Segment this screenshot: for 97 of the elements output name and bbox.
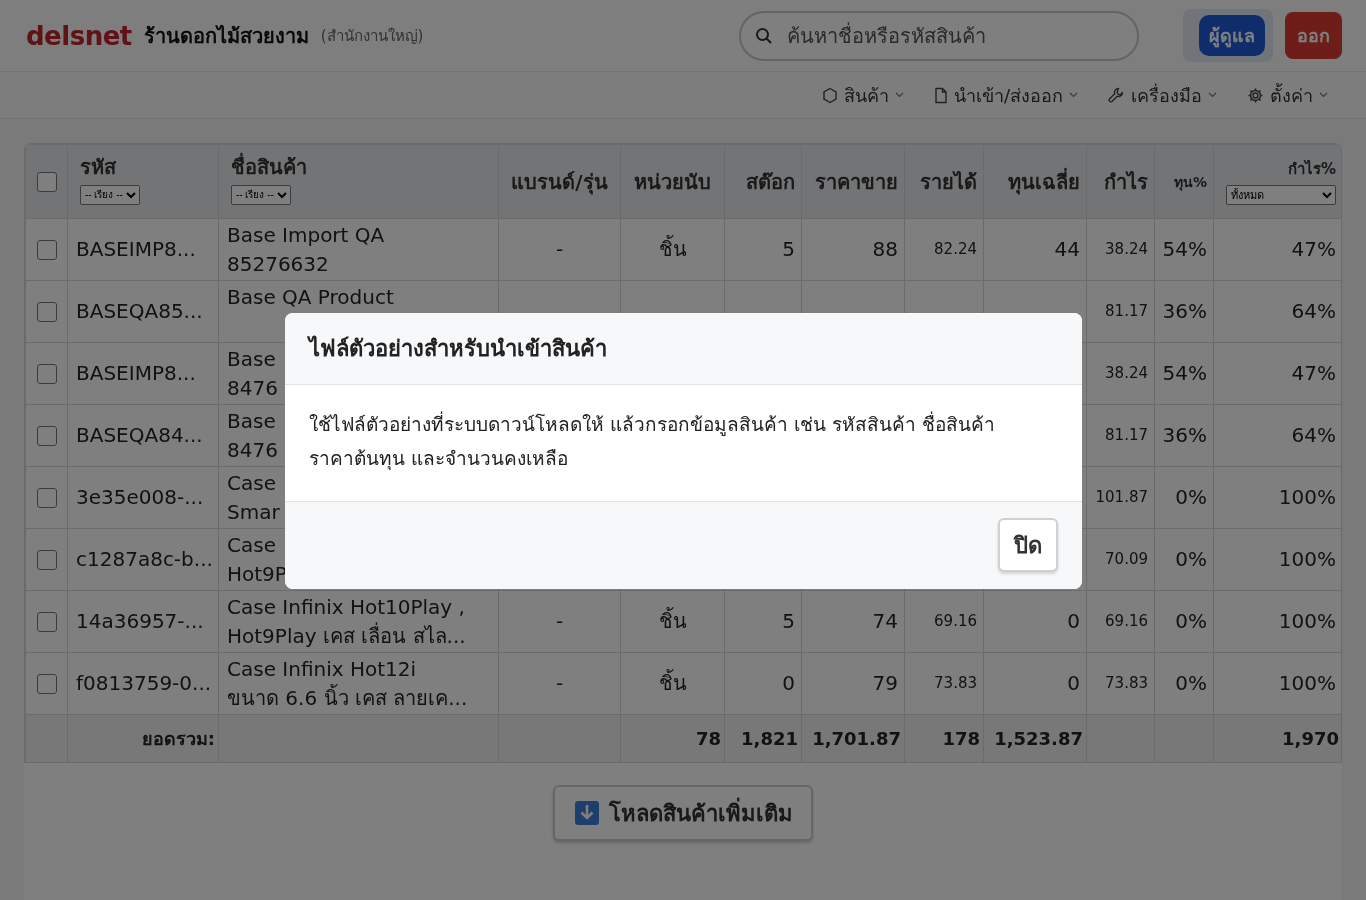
row-checkbox[interactable] (36, 673, 57, 694)
nav-menu[interactable]: ตั้งค่า (1247, 80, 1328, 110)
table-cell: 44 (983, 218, 1087, 281)
nav-menu[interactable]: นำเข้า/ส่งออก (933, 80, 1078, 110)
table-cell: 0% (1154, 590, 1214, 653)
column-header: สต๊อก (745, 169, 795, 194)
hexagon-icon (821, 86, 838, 104)
row-checkbox[interactable] (36, 425, 57, 446)
table-cell: Case Infinix Hot12i ขนาด 6.6 นิ้ว เคส ลายเค... (218, 652, 499, 715)
table-cell: 81.17 (1086, 404, 1155, 467)
search-field[interactable]: ค้นหาชื่อหรือรหัสสินค้า (739, 10, 1139, 61)
column-header: รายได้ (919, 169, 977, 194)
total-cell: 178 (904, 714, 984, 763)
total-cell: 1,701.87 (801, 714, 905, 763)
shop-name: ร้านดอกไม้สวยงาม (143, 22, 309, 50)
table-cell: BASEQA85... (67, 280, 219, 343)
table-cell: 74 (801, 590, 905, 653)
sort-select[interactable]: -- เรียง -- (231, 184, 291, 205)
total-cell: 78 (620, 714, 725, 763)
table-cell: 70.09 (1086, 528, 1155, 591)
select-all-checkbox[interactable] (36, 171, 57, 192)
table-cell: 81.17 (1086, 280, 1155, 343)
table-cell: 73.83 (1086, 652, 1155, 715)
wrench-icon (1108, 86, 1125, 104)
table-cell: 14a36957-... (67, 590, 219, 653)
table-cell: 73.83 (904, 652, 984, 715)
table-cell: c1287a8c-b... (67, 528, 219, 591)
table-cell: 88 (801, 218, 905, 281)
column-header: แบรนด์/รุ่น (510, 169, 609, 194)
filter-select[interactable]: ทั้งหมด (1226, 185, 1336, 205)
table-cell: 54% (1154, 342, 1214, 405)
table-cell: 0% (1154, 528, 1214, 591)
load-more-button[interactable]: โหลดสินค้าเพิ่มเติม (553, 785, 813, 841)
table-cell: 0 (983, 652, 1087, 715)
row-checkbox[interactable] (36, 363, 57, 384)
branch-label: (สำนักงานใหญ่) (320, 25, 424, 47)
nav-menu[interactable]: เครื่องมือ (1108, 80, 1217, 110)
row-checkbox[interactable] (36, 611, 57, 632)
column-header: หน่วยนับ (633, 169, 712, 194)
table-cell: - (498, 652, 621, 715)
logo: delsnet (26, 20, 132, 51)
sort-select[interactable]: -- เรียง -- (80, 184, 140, 205)
table-cell: 0% (1154, 466, 1214, 529)
chevron-down-icon (1319, 92, 1328, 98)
table-cell: 38.24 (1086, 218, 1155, 281)
row-checkbox[interactable] (36, 301, 57, 322)
chevron-down-icon (1069, 92, 1078, 98)
chevron-down-icon (1208, 92, 1217, 98)
table-cell: - (498, 590, 621, 653)
table-cell: ชิ้น (620, 218, 725, 281)
total-label: ยอดรวม: (67, 714, 219, 763)
table-cell: 3e35e008-... (67, 466, 219, 529)
table-cell: Case Infinix Hot10Play , Hot9Play เคส เลื่อน สไล... (218, 590, 499, 653)
column-header: รหัส (80, 155, 118, 179)
logout-button[interactable]: ออก (1285, 12, 1342, 59)
column-header: ชื่อสินค้า (231, 155, 308, 179)
download-icon (575, 801, 599, 825)
settings-icon (1247, 86, 1264, 104)
total-cell: 1,523.87 (983, 714, 1087, 763)
close-button[interactable]: ปิด (998, 518, 1058, 572)
table-cell: f0813759-0... (67, 652, 219, 715)
total-cell: 1,821 (724, 714, 802, 763)
row-checkbox[interactable] (36, 549, 57, 570)
table-cell: 54% (1154, 218, 1214, 281)
table-cell: 0% (1154, 652, 1214, 715)
table-cell: 5 (724, 590, 802, 653)
table-cell: - (498, 218, 621, 281)
chevron-down-icon (894, 92, 904, 98)
table-cell: 5 (724, 218, 802, 281)
table-cell: 0 (724, 652, 802, 715)
column-header: ทุนเฉลี่ย (1007, 169, 1080, 194)
table-cell: 38.24 (1086, 342, 1155, 405)
column-header: กำไร% (1286, 158, 1336, 180)
file-icon (933, 86, 948, 104)
column-header: กำไร (1103, 169, 1148, 194)
table-cell: 36% (1154, 280, 1214, 343)
row-checkbox[interactable] (36, 239, 57, 260)
table-cell: Base Import QA 85276632 (218, 218, 499, 281)
nav-menu[interactable]: สินค้า (821, 80, 904, 110)
table-cell: 82.24 (904, 218, 984, 281)
table-cell: ชิ้น (620, 590, 725, 653)
table-cell: ชิ้น (620, 652, 725, 715)
table-cell: 69.16 (904, 590, 984, 653)
column-header: ราคาขาย (814, 169, 898, 194)
admin-button[interactable]: ผู้ดูแล (1199, 15, 1265, 56)
table-cell: BASEQA84... (67, 404, 219, 467)
search-icon (755, 26, 773, 45)
total-cell: 1,970 (1213, 714, 1341, 763)
table-cell: BASEIMP8... (67, 342, 219, 405)
row-checkbox[interactable] (36, 487, 57, 508)
table-cell: 101.87 (1086, 466, 1155, 529)
table-cell: 0 (983, 590, 1087, 653)
table-cell: BASEIMP8... (67, 218, 219, 281)
column-header: ทุน% (1172, 172, 1207, 193)
table-cell: 79 (801, 652, 905, 715)
table-cell: 69.16 (1086, 590, 1155, 653)
table-cell: 36% (1154, 404, 1214, 467)
